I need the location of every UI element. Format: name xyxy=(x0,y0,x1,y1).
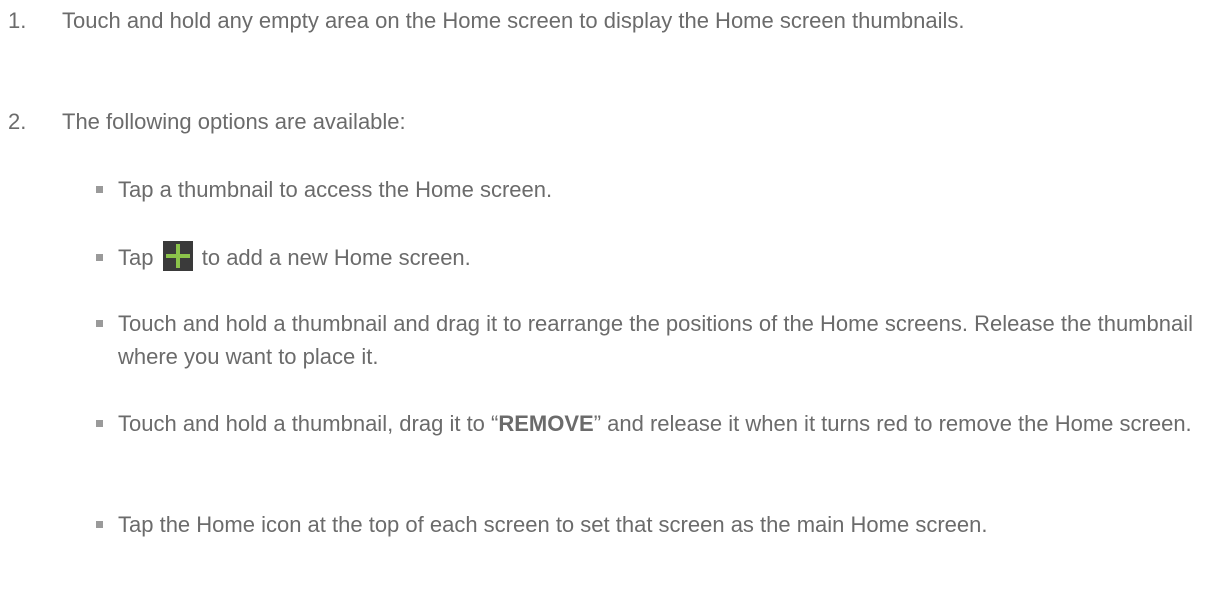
step-text: The following options are available: xyxy=(62,109,406,134)
bullet-marker xyxy=(96,320,103,327)
bullet-marker xyxy=(96,521,103,528)
plus-icon xyxy=(162,241,193,271)
bullet-marker xyxy=(96,186,103,193)
option-text: Tap a thumbnail to access the Home scree… xyxy=(118,177,553,202)
step-text: Touch and hold any empty area on the Hom… xyxy=(62,8,965,33)
option-text: Tap the Home icon at the top of each scr… xyxy=(118,512,988,537)
bullet-marker xyxy=(96,420,103,427)
option-text-prefix: Touch and hold a thumbnail, drag it to “ xyxy=(118,411,499,436)
option-text-prefix: Tap xyxy=(118,245,154,270)
option-text: Touch and hold a thumbnail and drag it t… xyxy=(118,311,1193,369)
remove-keyword: REMOVE xyxy=(498,411,594,436)
option-text: Touch and hold a thumbnail, drag it to “… xyxy=(118,407,1210,440)
step-number: 1. xyxy=(8,8,27,33)
option-text-suffix: ” and release it when it turns red to re… xyxy=(593,411,1192,436)
option-text-suffix: to add a new Home screen. xyxy=(201,245,471,270)
step-number: 2. xyxy=(8,109,27,134)
option-text: Tap to add a new Home screen. xyxy=(118,241,1210,274)
bullet-marker xyxy=(96,254,103,261)
